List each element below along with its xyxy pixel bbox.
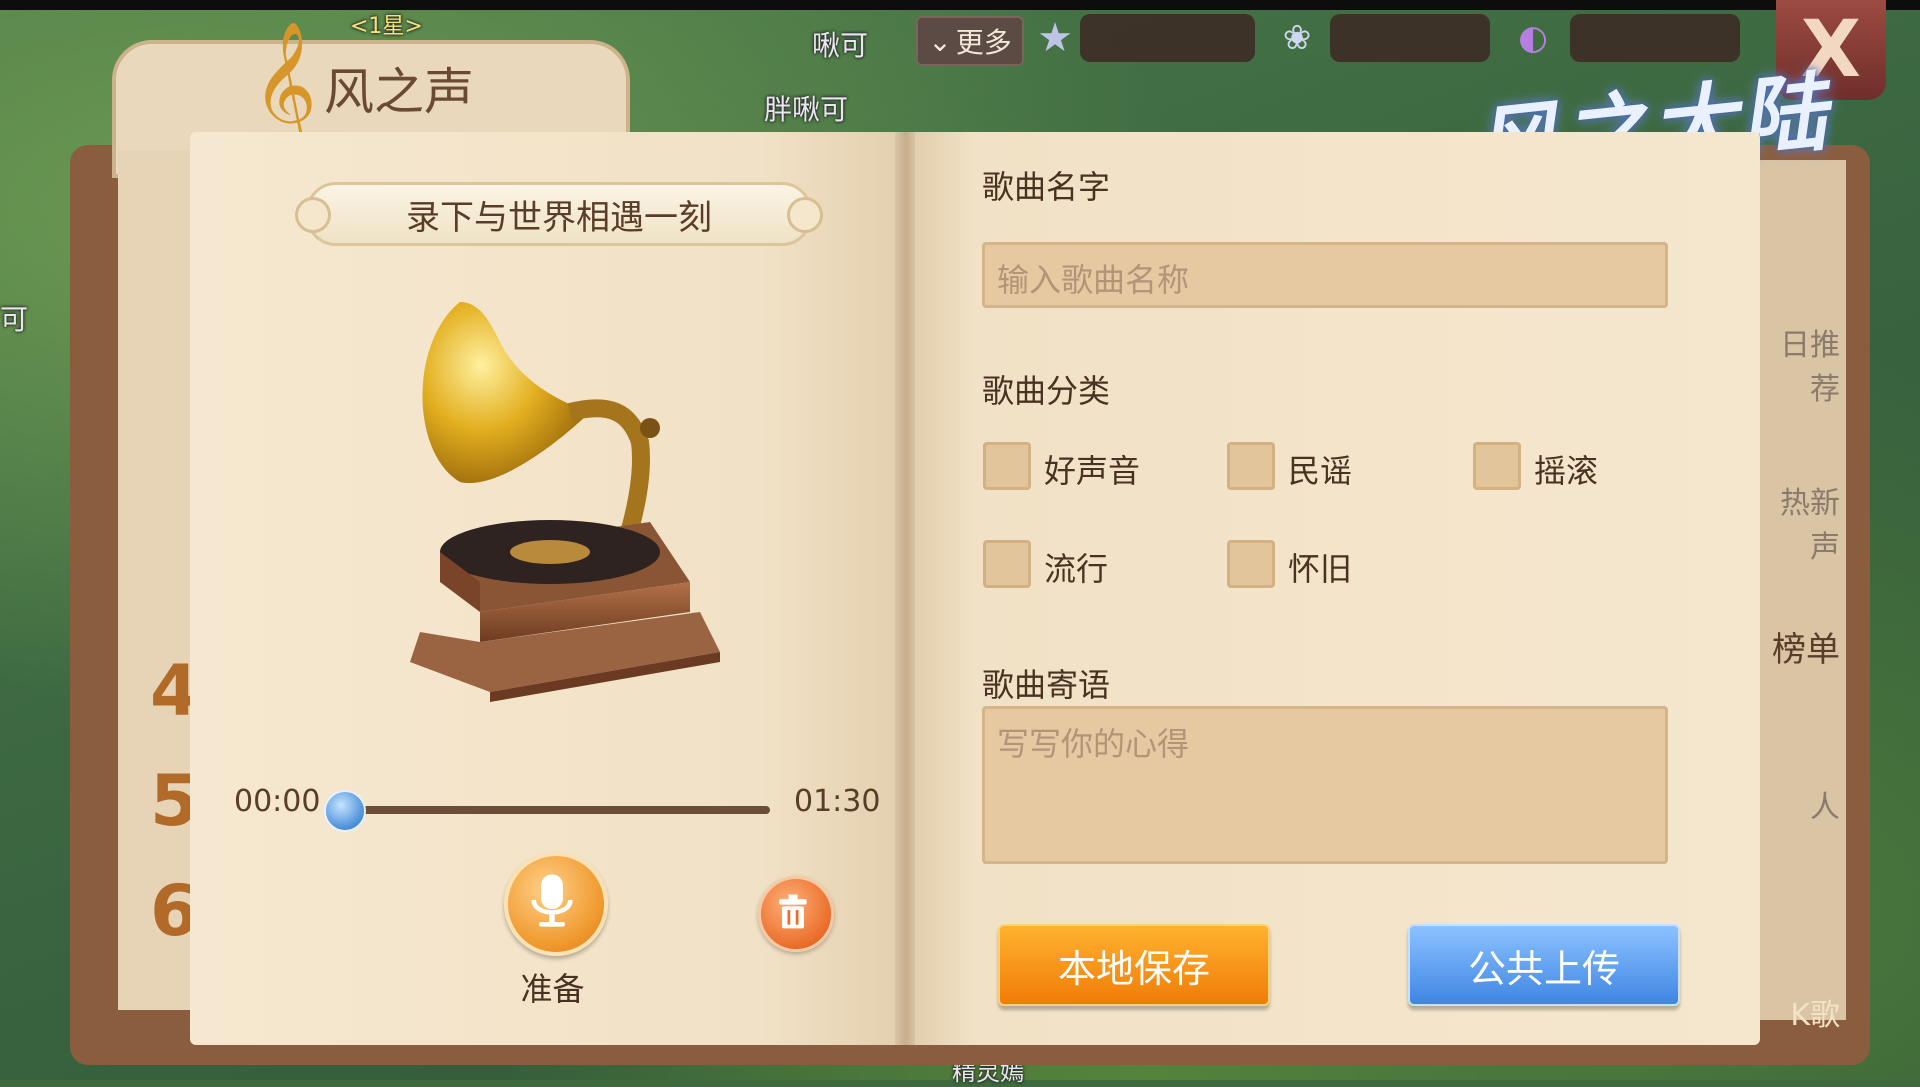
public-upload-button[interactable]: 公共上传	[1408, 924, 1680, 1006]
panel-title: 风之声	[324, 63, 474, 121]
top-edge	[0, 0, 1920, 10]
checkbox-folk[interactable]	[1227, 442, 1275, 490]
checkbox-good-voice[interactable]	[983, 442, 1031, 490]
time-total: 01:30	[794, 784, 881, 819]
player-name-3: 可	[0, 303, 29, 336]
song-name-placeholder: 输入歌曲名称	[997, 261, 1190, 299]
more-button[interactable]: ⌄ 更多	[916, 16, 1024, 66]
message-label: 歌曲寄语	[982, 666, 1111, 704]
delete-button[interactable]	[758, 876, 834, 952]
tab-ranking[interactable]: 榜单	[1762, 622, 1840, 671]
progress-slider-handle[interactable]	[324, 790, 366, 832]
hud-slot-1[interactable]	[1080, 14, 1255, 62]
right-tab-column	[1758, 160, 1846, 1020]
ribbon-title-text: 录下与世界相遇一刻	[406, 197, 712, 238]
category-nostalgic: 怀旧	[1288, 550, 1353, 588]
category-folk: 民谣	[1288, 452, 1353, 490]
tab-daily-recommend[interactable]: 日推荐	[1762, 320, 1840, 408]
player-rank-tag: <1星>	[350, 14, 423, 39]
checkbox-nostalgic[interactable]	[1227, 540, 1275, 588]
book-spine	[895, 132, 915, 1045]
save-local-label: 本地保存	[1057, 946, 1210, 991]
trash-icon	[779, 894, 807, 929]
checkbox-pop[interactable]	[983, 540, 1031, 588]
star-icon[interactable]: ★	[1030, 14, 1080, 62]
record-progress-track[interactable]	[338, 806, 770, 814]
tab-hot-new[interactable]: 热新声	[1762, 478, 1840, 566]
category-rock: 摇滚	[1534, 452, 1599, 490]
category-good-voice: 好声音	[1044, 452, 1141, 490]
public-upload-label: 公共上传	[1467, 946, 1620, 991]
ribbon-title: 录下与世界相遇一刻	[295, 182, 823, 246]
hud-slot-2[interactable]	[1330, 14, 1490, 62]
record-button-label: 准备	[520, 970, 585, 1008]
gramophone-icon	[410, 302, 720, 702]
song-name-label: 歌曲名字	[982, 168, 1111, 206]
treble-clef-icon: 𝄞	[252, 20, 318, 148]
record-button[interactable]	[504, 852, 608, 956]
conch-icon[interactable]: ◐	[1508, 14, 1558, 62]
checkbox-rock[interactable]	[1473, 442, 1521, 490]
record-book: 录下与世界相遇一刻 00:00 01:30 准备 歌曲名字 输入歌曲名称 歌曲分…	[190, 132, 1760, 1045]
player-name-1: 啾可	[812, 29, 869, 62]
microphone-icon	[531, 874, 573, 927]
more-label: 更多	[955, 26, 1012, 59]
shell-icon[interactable]: ❀	[1272, 14, 1322, 62]
time-current: 00:00	[234, 784, 321, 819]
chevron-down-icon: ⌄	[928, 24, 952, 58]
song-name-input[interactable]: 输入歌曲名称	[982, 242, 1668, 308]
message-textarea[interactable]: 写写你的心得	[982, 706, 1668, 864]
message-placeholder: 写写你的心得	[997, 725, 1190, 763]
player-name-2: 胖啾可	[764, 93, 849, 126]
tab-person[interactable]: 人	[1762, 782, 1840, 826]
save-local-button[interactable]: 本地保存	[998, 924, 1270, 1006]
tab-karaoke[interactable]: K歌	[1762, 990, 1840, 1034]
category-pop: 流行	[1044, 550, 1109, 588]
category-label: 歌曲分类	[982, 372, 1111, 410]
